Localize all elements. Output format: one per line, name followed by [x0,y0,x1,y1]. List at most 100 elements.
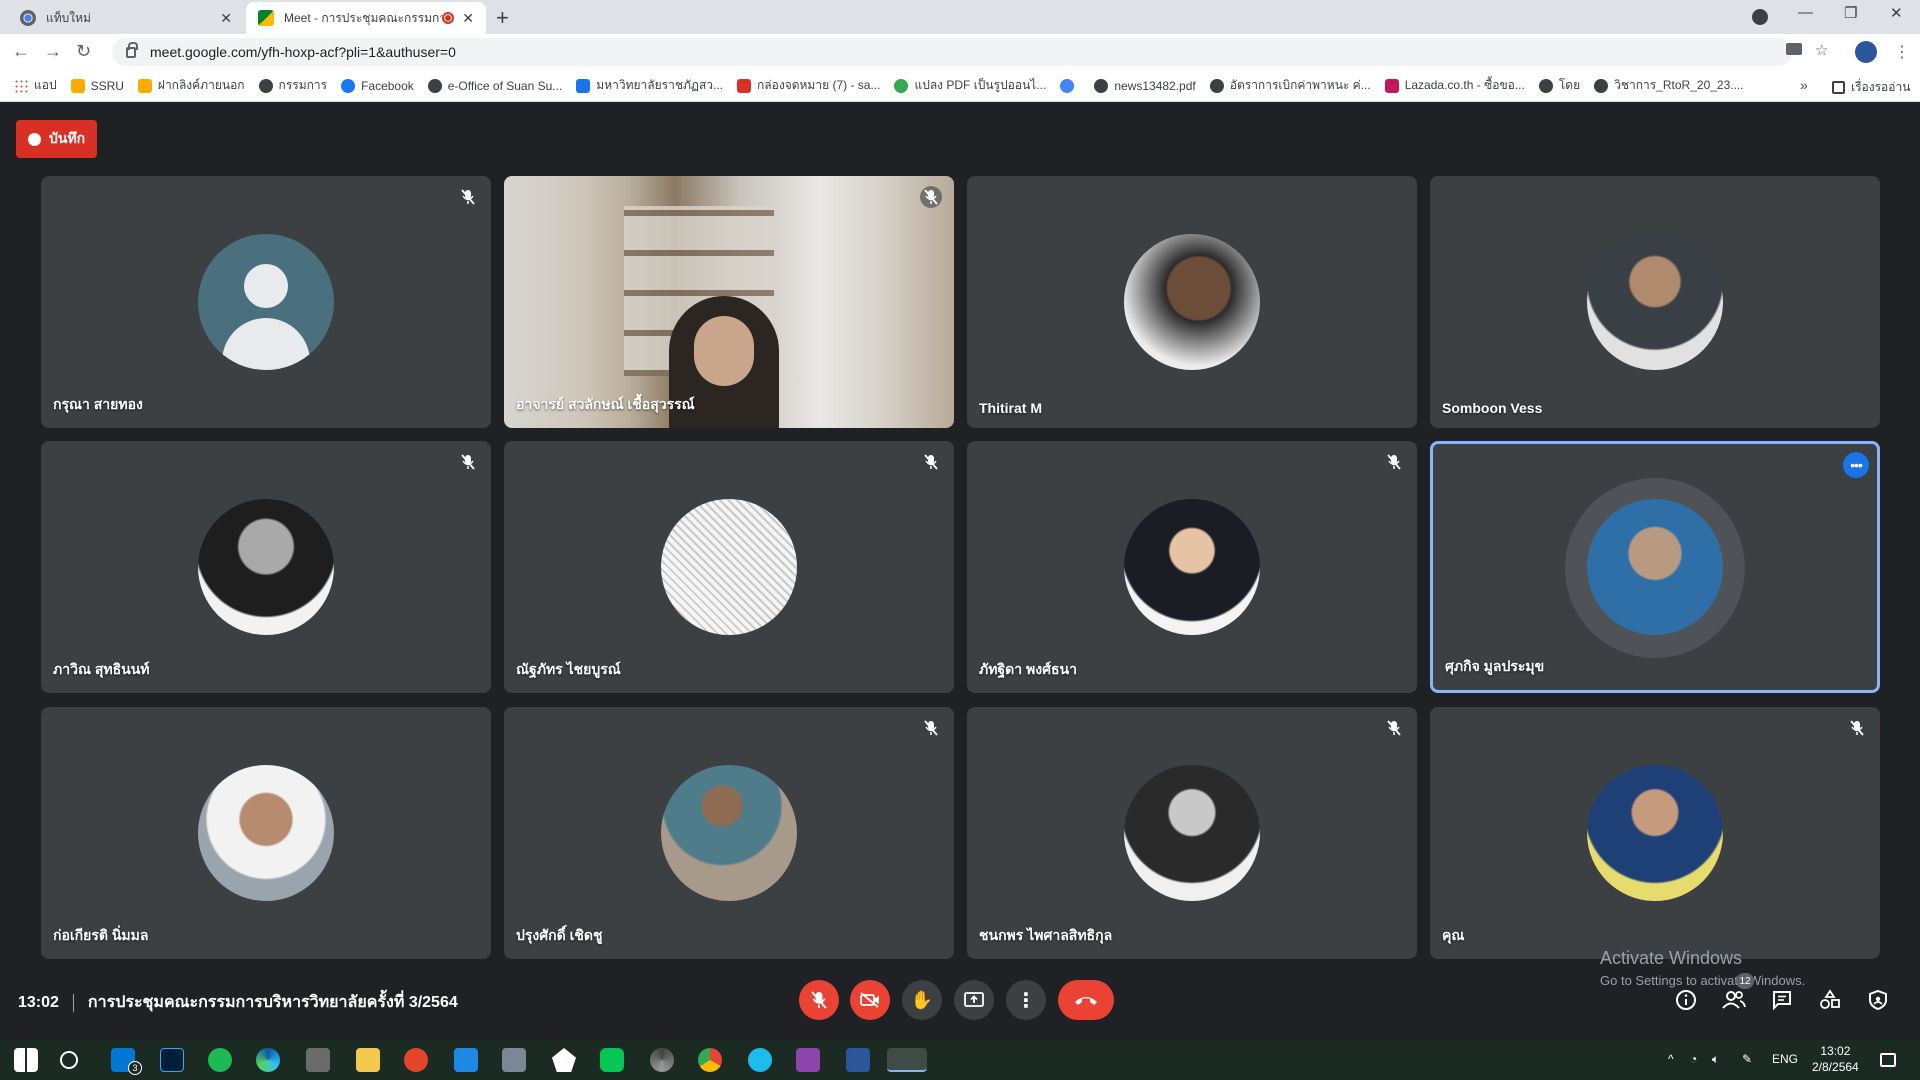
participant-tile[interactable]: ก่อเกียรติ นิ่มมล [41,707,491,959]
more-options-button[interactable]: ⋮ [1006,980,1046,1020]
app-grid-icon[interactable] [454,1048,478,1072]
file-explorer-icon[interactable] [356,1048,380,1072]
window-close-icon[interactable]: ✕ [1890,4,1903,22]
more-options-icon[interactable]: ••• [1843,452,1869,478]
participant-tile[interactable]: ปรุงศักดิ์ เชิดชู [504,707,954,959]
mic-off-icon [920,717,942,739]
participant-tile[interactable]: Thitirat M [967,176,1417,428]
toggle-mic-button[interactable] [799,980,839,1020]
camera-in-use-icon[interactable] [1786,43,1802,55]
address-bar[interactable]: meet.google.com/yfh-hoxp-acf?pli=1&authu… [112,38,1792,66]
mic-off-icon [811,991,827,1009]
raise-hand-button[interactable]: ✋ [902,980,942,1020]
participant-name: อาจารย์ สวลักษณ์ เชื้อสุวรรณ์ [516,396,695,412]
toggle-camera-button[interactable] [850,980,890,1020]
windows-start-icon[interactable] [14,1048,38,1072]
lazada-icon [1384,78,1399,93]
participant-tile-active-speaker[interactable]: ••• ศุภกิจ มูลประมุข [1430,441,1880,693]
bookmark-star-icon[interactable]: ☆ [1815,41,1828,59]
tab-label: แท็บใหม่ [46,10,91,25]
tab-new-tab[interactable]: แท็บใหม่ ✕ [8,2,244,34]
bookmark-google[interactable] [1060,78,1080,93]
profile-avatar[interactable] [1855,41,1877,63]
participant-tile[interactable]: กรุณา สายทอง [41,176,491,428]
edge-icon[interactable] [256,1048,280,1072]
present-now-button[interactable] [954,980,994,1020]
chrome-icon[interactable] [698,1048,722,1072]
filezilla-icon[interactable] [404,1048,428,1072]
participant-tile[interactable]: ภาวิณ สุทธินนท์ [41,441,491,693]
host-controls-button[interactable] [1864,986,1892,1014]
new-tab-button[interactable]: + [496,5,509,31]
chat-button[interactable] [1768,986,1796,1014]
participant-name: ภัทฐิดา พงศ์ธนา [979,661,1077,677]
participant-tile[interactable]: ณัฐภัทร ไชยบูรณ์ [504,441,954,693]
bookmark-external-links[interactable]: ฝากลิงค์ภายนอก [137,76,245,95]
bookmark-ssru[interactable]: SSRU [70,78,124,93]
bookmark-committee[interactable]: กรรมการ [258,76,327,95]
globe-icon [1209,78,1224,93]
reading-list-button[interactable]: เรื่องรออ่าน [1832,78,1910,97]
participant-tile[interactable]: ภัทฐิดา พงศ์ธนา [967,441,1417,693]
tab-label: Meet - การประชุมคณะกรรมการ [284,10,443,25]
divider [72,993,74,1012]
chrome-menu-icon[interactable]: ⋮ [1894,42,1910,62]
input-language[interactable]: ENG [1772,1052,1798,1066]
tray-chevron-icon[interactable]: ^ [1668,1052,1674,1066]
bookmark-university[interactable]: มหาวิทยาลัยราชภัฏสว... [576,76,723,95]
host-shield-icon [1869,989,1887,1011]
bookmark-doi[interactable]: โดย [1538,76,1580,95]
notifications-icon[interactable] [1880,1053,1896,1067]
pen-icon[interactable]: ✎ [1742,1052,1752,1066]
more-bookmarks-button[interactable]: » [1800,77,1808,93]
tab-meet[interactable]: Meet - การประชุมคณะกรรมการ ✕ [246,2,486,34]
participant-count-badge: 12 [1736,973,1754,989]
default-avatar-icon [198,234,334,370]
bookmark-travel-rates[interactable]: อัตราการเบิกค่าพาหนะ ค่... [1209,76,1371,95]
activities-button[interactable] [1816,986,1844,1014]
chrome-active-task[interactable] [887,1048,927,1072]
internet-explorer-icon[interactable] [748,1048,772,1072]
tab-close-icon[interactable]: ✕ [462,10,474,27]
bookmark-news-pdf[interactable]: news13482.pdf [1094,78,1196,93]
forward-icon[interactable]: → [44,41,62,62]
app-icon[interactable] [796,1048,820,1072]
bookmark-gmail[interactable]: กล่องจดหมาย (7) - sa... [737,76,880,95]
back-icon[interactable]: ← [12,41,30,62]
tab-close-icon[interactable]: ✕ [220,10,232,27]
tab-search-icon[interactable] [1752,9,1768,25]
bookmark-apps[interactable]: แอป [14,76,57,95]
spotify-icon[interactable] [208,1048,232,1072]
meeting-clock: 13:02 [18,993,59,1011]
photoshop-icon[interactable] [160,1048,184,1072]
reload-icon[interactable]: ↻ [76,41,91,62]
bookmark-academic[interactable]: วิชาการ_RtoR_20_23.... [1594,76,1744,95]
participant-tile-self[interactable]: คุณ [1430,707,1880,959]
network-icon[interactable]: ◔ [1690,1052,1697,1066]
minimize-icon[interactable]: — [1798,4,1813,21]
bookmark-e-office[interactable]: e-Office of Suan Su... [427,78,562,93]
word-icon[interactable] [846,1048,870,1072]
participant-tile[interactable]: Somboon Vess [1430,176,1880,428]
leave-call-button[interactable] [1058,980,1114,1020]
bookmark-pdf-convert[interactable]: แปลง PDF เป็นรูปออนไ... [894,76,1046,95]
hand-icon: ✋ [910,989,934,1010]
participant-tile[interactable]: ชนกพร ไพศาลสิทธิกุล [967,707,1417,959]
search-icon[interactable] [60,1051,78,1069]
app-icon[interactable] [650,1048,674,1072]
url-text: meet.google.com/yfh-hoxp-acf?pli=1&authu… [150,44,456,60]
meeting-details-button[interactable] [1672,986,1700,1014]
show-everyone-button[interactable] [1720,986,1748,1014]
app-icon[interactable] [306,1048,330,1072]
line-icon[interactable] [600,1048,624,1072]
apps-grid-icon [14,78,28,93]
participant-tile-video[interactable]: อาจารย์ สวลักษณ์ เชื้อสุวรรณ์ [504,176,954,428]
app-icon[interactable] [502,1048,526,1072]
bookmark-lazada[interactable]: Lazada.co.th - ซื้อขอ... [1384,76,1525,95]
mic-off-icon [1846,717,1868,739]
system-clock[interactable]: 13:02 2/8/2564 [1812,1043,1859,1075]
volume-icon[interactable]: 🔈︎ [1712,1052,1719,1067]
bookmark-facebook[interactable]: Facebook [341,78,414,93]
recording-badge[interactable]: บันทึก [16,120,98,158]
restore-icon[interactable]: ❐ [1844,4,1857,22]
